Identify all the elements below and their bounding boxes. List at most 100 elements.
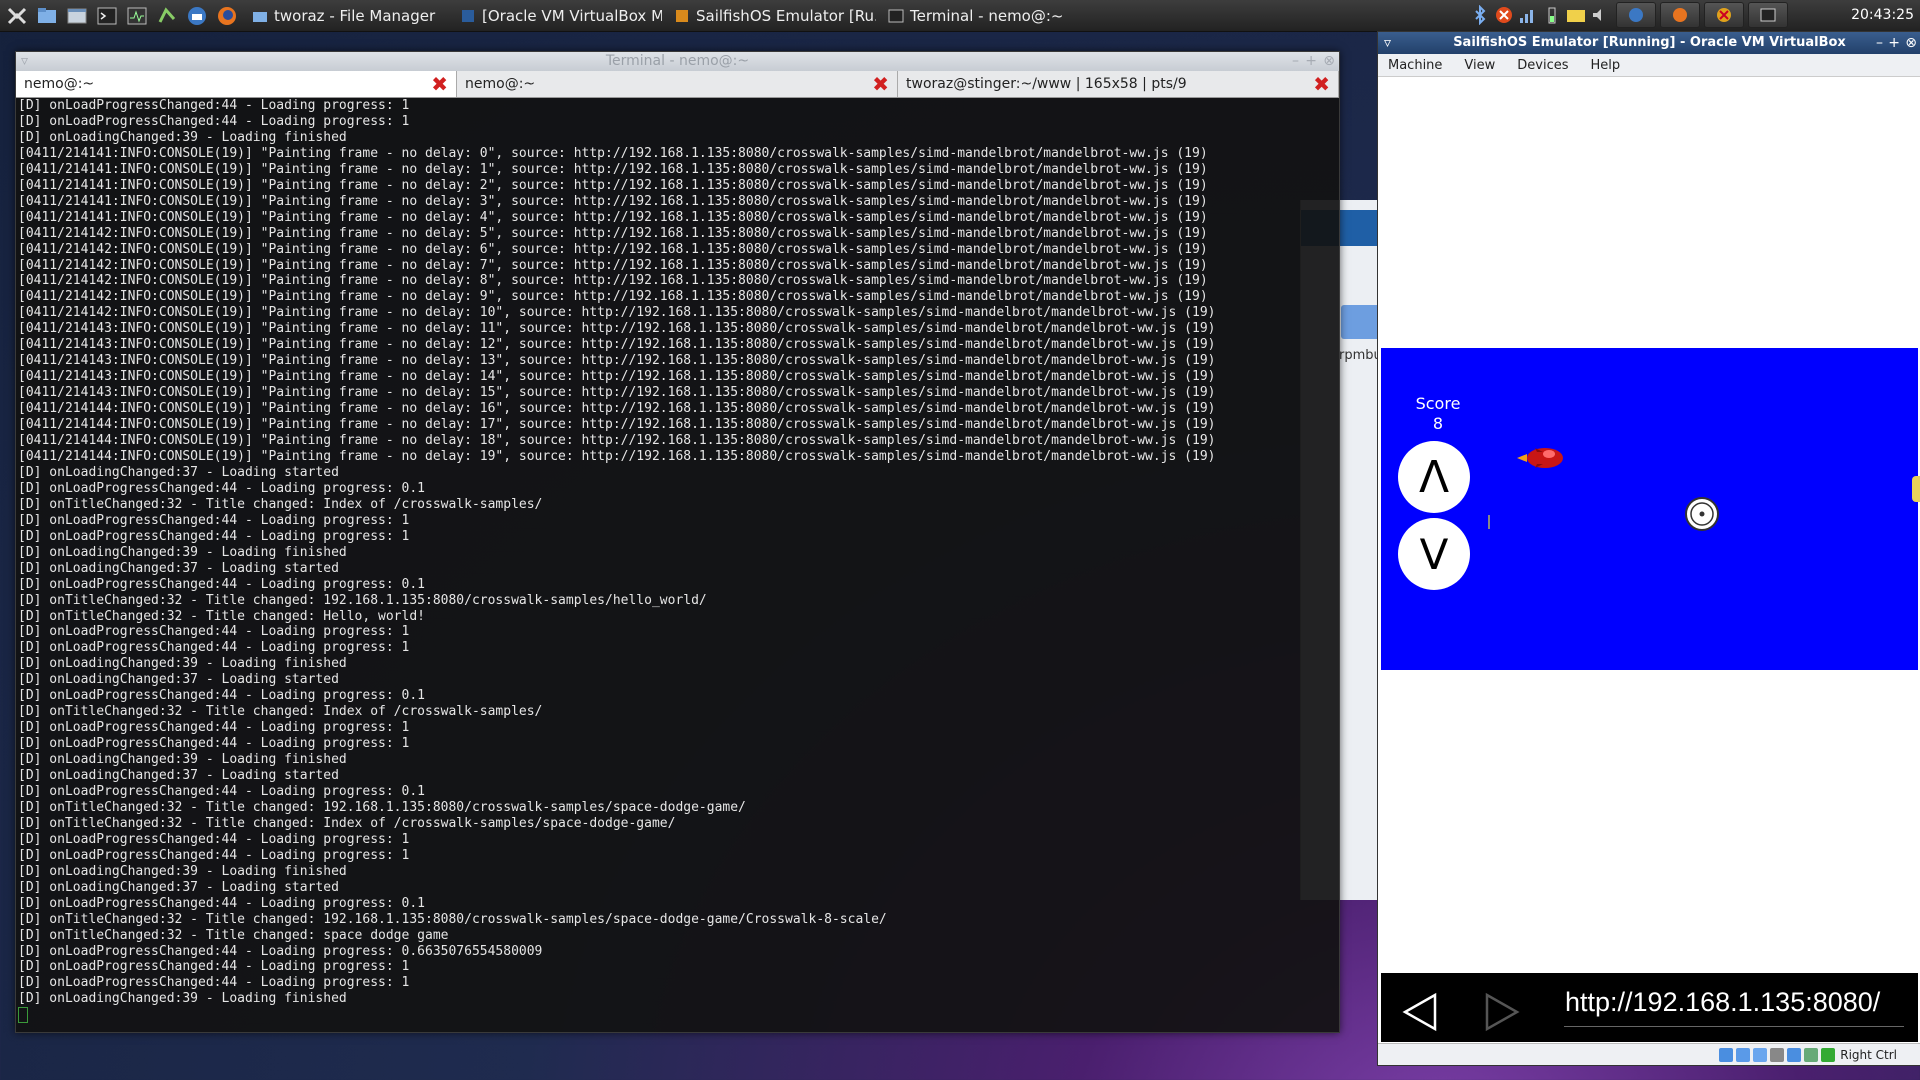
usb-icon[interactable] xyxy=(1770,1047,1785,1062)
battery-icon[interactable] xyxy=(1540,3,1564,27)
menu-view[interactable]: View xyxy=(1464,58,1495,73)
signal-icon[interactable] xyxy=(1516,3,1540,27)
firefox-icon[interactable] xyxy=(214,3,240,29)
forward-arrow-icon[interactable] xyxy=(1481,991,1523,1033)
thunderbird-icon[interactable] xyxy=(184,3,210,29)
cursor-icon xyxy=(18,1007,28,1024)
terminal-line: [0411/214141:INFO:CONSOLE(19)] "Painting… xyxy=(18,177,1208,193)
terminal-line: [0411/214141:INFO:CONSOLE(19)] "Painting… xyxy=(18,209,1208,225)
terminal-line: [D] onLoadProgressChanged:44 - Loading p… xyxy=(18,720,410,736)
terminal-line: [0411/214144:INFO:CONSOLE(19)] "Painting… xyxy=(18,401,1216,417)
optical-drive-icon[interactable] xyxy=(1736,1047,1751,1062)
volume-icon[interactable] xyxy=(1588,3,1612,27)
terminal-titlebar[interactable]: ▿ Terminal - nemo@:~ – + ⊗ xyxy=(16,52,1339,71)
terminal-line: [D] onLoadProgressChanged:44 - Loading p… xyxy=(18,480,425,496)
back-arrow-icon[interactable] xyxy=(1399,991,1441,1033)
hard-disk-icon[interactable] xyxy=(1719,1047,1734,1062)
window-title: SailfishOS Emulator [Running] - Oracle V… xyxy=(1453,35,1846,50)
terminal-line: [D] onLoadProgressChanged:44 - Loading p… xyxy=(18,624,410,640)
terminal-prompt[interactable] xyxy=(18,1007,1341,1024)
terminal-line: [0411/214143:INFO:CONSOLE(19)] "Painting… xyxy=(18,369,1216,385)
close-icon[interactable]: ⊗ xyxy=(1323,52,1335,71)
status-bar: Right Ctrl xyxy=(1378,1043,1920,1065)
terminal-line: [D] onTitleChanged:32 - Title changed: I… xyxy=(18,704,543,720)
terminal-line: [D] onLoadingChanged:37 - Loading starte… xyxy=(18,464,339,480)
minimize-icon[interactable]: – xyxy=(1292,52,1299,71)
terminal-line: [D] onLoadProgressChanged:44 - Loading p… xyxy=(18,736,410,752)
terminal-line: [D] onLoadingChanged:37 - Loading starte… xyxy=(18,768,339,784)
terminal-tab[interactable]: nemo@:~ ✖ xyxy=(16,71,457,97)
terminal-line: [0411/214141:INFO:CONSOLE(19)] "Painting… xyxy=(18,161,1208,177)
tray-thunderbird-button[interactable] xyxy=(1616,2,1656,28)
task-label: [Oracle VM VirtualBox M... xyxy=(482,6,662,25)
terminal-line: [D] onLoadingChanged:39 - Loading finish… xyxy=(18,129,347,145)
tab-close-icon[interactable]: ✖ xyxy=(872,74,889,94)
maximize-icon[interactable]: + xyxy=(1888,32,1900,54)
tray-app-button[interactable] xyxy=(1704,2,1744,28)
virtualbox-icon xyxy=(674,8,690,24)
tab-close-icon[interactable]: ✖ xyxy=(431,74,448,94)
terminal-line: [D] onLoadingChanged:37 - Loading starte… xyxy=(18,560,339,576)
window-menu-icon[interactable]: ▿ xyxy=(1384,32,1391,54)
system-monitor-icon[interactable] xyxy=(124,3,150,29)
window-icon[interactable] xyxy=(64,3,90,29)
terminal-line: [D] onLoadingChanged:39 - Loading finish… xyxy=(18,544,347,560)
terminal-line: [D] onLoadProgressChanged:44 - Loading p… xyxy=(18,528,410,544)
menu-devices[interactable]: Devices xyxy=(1517,58,1568,73)
terminal-line: [D] onLoadProgressChanged:44 - Loading p… xyxy=(18,783,425,799)
emulator-screen[interactable]: Score 8 Λ V http://192.168.1.135:8080/ xyxy=(1381,80,1920,1042)
terminal-line: [0411/214142:INFO:CONSOLE(19)] "Painting… xyxy=(18,225,1208,241)
close-icon[interactable]: ⊗ xyxy=(1905,32,1917,54)
menu-help[interactable]: Help xyxy=(1591,58,1621,73)
folder-icon[interactable] xyxy=(1564,3,1588,27)
task-label: Terminal - nemo@:~ xyxy=(910,6,1064,25)
terminal-icon[interactable] xyxy=(94,3,120,29)
tray-firefox-button[interactable] xyxy=(1660,2,1700,28)
terminal-tab[interactable]: tworaz@stinger:~/www | 165x58 | pts/9 ✖ xyxy=(898,71,1339,97)
apps-menu-icon[interactable] xyxy=(4,3,30,29)
task-file-manager[interactable]: tworaz - File Manager xyxy=(246,3,448,29)
terminal-line: [D] onLoadingChanged:37 - Loading starte… xyxy=(18,879,339,895)
bluetooth-icon[interactable] xyxy=(1468,3,1492,27)
tab-close-icon[interactable]: ✖ xyxy=(1313,74,1330,94)
shared-folder-icon[interactable] xyxy=(1787,1047,1802,1062)
terminal-line: [D] onLoadProgressChanged:44 - Loading p… xyxy=(18,959,410,975)
terminal-line: [D] onTitleChanged:32 - Title changed: 1… xyxy=(18,799,746,815)
terminal-icon xyxy=(888,8,904,24)
terminal-line: [0411/214142:INFO:CONSOLE(19)] "Painting… xyxy=(18,289,1208,305)
up-label: Λ xyxy=(1418,451,1450,503)
tray-terminal-button[interactable] xyxy=(1748,2,1788,28)
task-manager-icon[interactable] xyxy=(154,3,180,29)
task-sailfish-emulator[interactable]: SailfishOS Emulator [Ru... xyxy=(668,3,876,29)
menu-bar: Machine View Devices Help xyxy=(1378,54,1920,77)
virtualbox-titlebar[interactable]: ▿ SailfishOS Emulator [Running] - Oracle… xyxy=(1378,32,1920,54)
task-virtualbox-manager[interactable]: [Oracle VM VirtualBox M... xyxy=(454,3,662,29)
tab-label: nemo@:~ xyxy=(465,76,536,92)
url-underline xyxy=(1564,1026,1904,1027)
network-error-icon[interactable] xyxy=(1492,3,1516,27)
terminal-tab[interactable]: nemo@:~ ✖ xyxy=(457,71,898,97)
terminal-line: [D] onLoadProgressChanged:44 - Loading p… xyxy=(18,640,410,656)
task-terminal[interactable]: Terminal - nemo@:~ xyxy=(882,3,1074,29)
move-down-button[interactable]: V xyxy=(1398,518,1470,590)
debris xyxy=(1488,515,1490,529)
asteroid-sprite xyxy=(1912,476,1920,502)
network-icon[interactable] xyxy=(1753,1047,1768,1062)
minimize-icon[interactable]: – xyxy=(1876,32,1883,54)
game-canvas[interactable]: Score 8 Λ V xyxy=(1381,348,1920,670)
window-menu-icon[interactable]: ▿ xyxy=(21,52,28,71)
terminal-line: [0411/214143:INFO:CONSOLE(19)] "Painting… xyxy=(18,353,1216,369)
capture-icon[interactable] xyxy=(1804,1047,1819,1062)
terminal-output[interactable]: [D] onLoadProgressChanged:44 - Loading p… xyxy=(16,98,1341,1032)
folder-icon[interactable] xyxy=(1341,305,1381,339)
keyboard-icon[interactable] xyxy=(1821,1047,1836,1062)
clock[interactable]: 20:43:25 xyxy=(1851,7,1914,23)
file-manager-icon[interactable] xyxy=(34,3,60,29)
url-field[interactable]: http://192.168.1.135:8080/ xyxy=(1565,987,1915,1018)
browser-toolbar: http://192.168.1.135:8080/ xyxy=(1381,973,1918,1042)
move-up-button[interactable]: Λ xyxy=(1398,441,1470,513)
menu-machine[interactable]: Machine xyxy=(1388,58,1442,73)
system-tray xyxy=(1468,2,1788,28)
maximize-icon[interactable]: + xyxy=(1305,52,1317,71)
terminal-line: [0411/214143:INFO:CONSOLE(19)] "Painting… xyxy=(18,385,1216,401)
